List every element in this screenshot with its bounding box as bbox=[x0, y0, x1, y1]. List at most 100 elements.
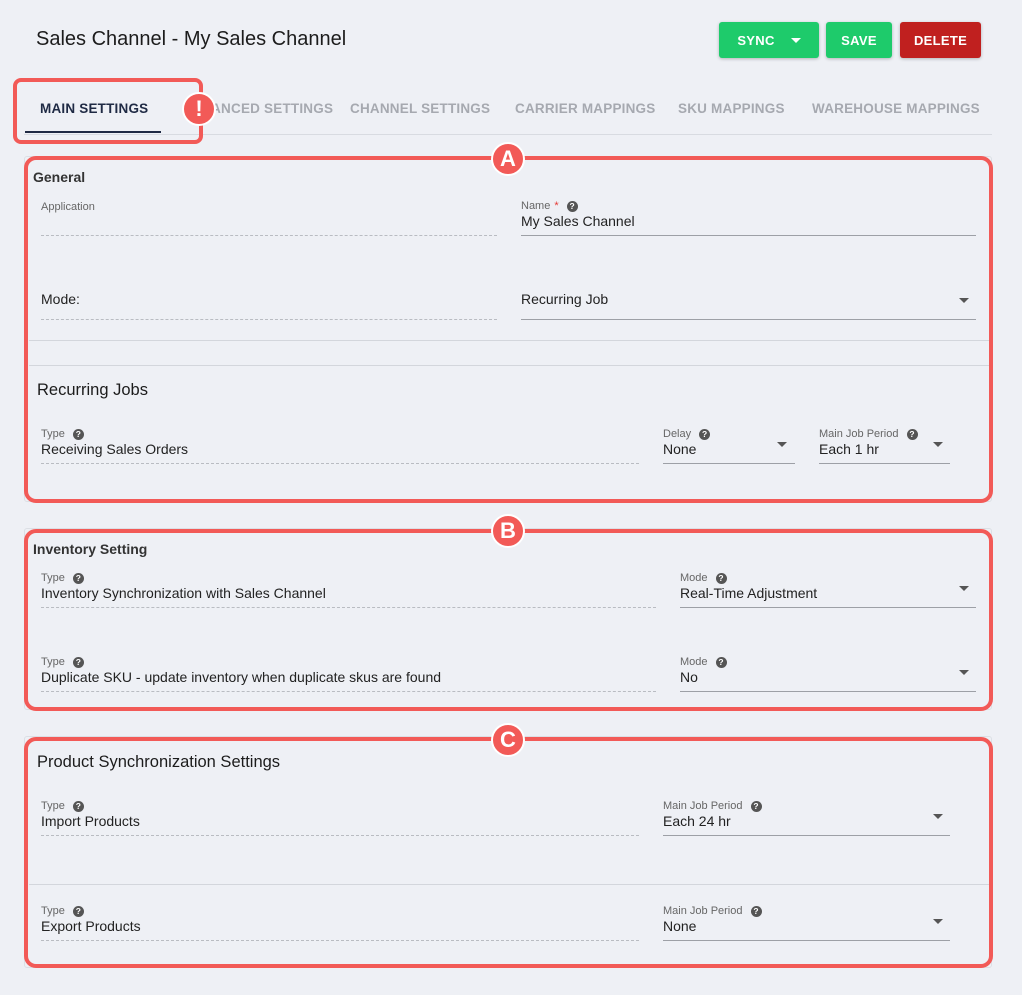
duplicate-type-label: Type ? bbox=[41, 656, 84, 668]
export-period-underline bbox=[663, 940, 950, 941]
mode-select-underline bbox=[521, 319, 976, 320]
general-card: General Application Name * ? My Sales Ch… bbox=[24, 156, 992, 502]
duplicate-mode-select[interactable]: No bbox=[680, 669, 698, 685]
application-label-text: Application bbox=[41, 201, 95, 213]
duplicate-type-underline bbox=[41, 691, 656, 692]
recurring-type-label: Type ? bbox=[41, 428, 84, 440]
divider bbox=[29, 340, 989, 341]
tab-warehouse-mappings[interactable]: WAREHOUSE MAPPINGS bbox=[812, 101, 980, 116]
delay-label-text: Delay bbox=[663, 428, 692, 440]
required-marker: * bbox=[554, 200, 559, 212]
products-card: Product Synchronization Settings Type ? … bbox=[24, 736, 992, 968]
application-underline bbox=[41, 235, 497, 236]
mode-label: Mode: bbox=[41, 291, 80, 307]
help-icon[interactable]: ? bbox=[566, 200, 578, 212]
export-period-label: Main Job Period ? bbox=[663, 905, 762, 917]
help-icon[interactable]: ? bbox=[72, 656, 84, 668]
tab-bar: MAIN SETTINGS ADVANCED SETTINGS CHANNEL … bbox=[24, 84, 992, 135]
save-button[interactable]: SAVE bbox=[826, 22, 892, 58]
delay-select[interactable]: None bbox=[663, 441, 696, 457]
chevron-down-icon[interactable] bbox=[777, 442, 787, 447]
import-period-underline bbox=[663, 835, 950, 836]
name-underline bbox=[521, 235, 976, 236]
chevron-down-icon[interactable] bbox=[959, 670, 969, 675]
mode-label-underline bbox=[41, 319, 497, 320]
export-period-select[interactable]: None bbox=[663, 918, 696, 934]
inventory-mode-label: Mode ? bbox=[680, 572, 727, 584]
export-type-label-text: Type bbox=[41, 905, 65, 917]
recurring-jobs-title: Recurring Jobs bbox=[37, 381, 148, 399]
help-icon[interactable]: ? bbox=[715, 656, 727, 668]
chevron-down-icon[interactable] bbox=[959, 298, 969, 303]
help-icon[interactable]: ? bbox=[715, 572, 727, 584]
inventory-title: Inventory Setting bbox=[33, 541, 148, 557]
tab-main-settings[interactable]: MAIN SETTINGS bbox=[40, 101, 148, 116]
tab-channel-settings[interactable]: CHANNEL SETTINGS bbox=[350, 101, 490, 116]
chevron-down-icon[interactable] bbox=[933, 442, 943, 447]
callout-a: A bbox=[491, 142, 525, 176]
application-label: Application bbox=[41, 201, 95, 213]
duplicate-type-value: Duplicate SKU - update inventory when du… bbox=[41, 669, 442, 685]
inventory-type-label: Type ? bbox=[41, 572, 84, 584]
active-tab-indicator bbox=[25, 131, 161, 133]
help-icon[interactable]: ? bbox=[906, 428, 918, 440]
import-type-label-text: Type bbox=[41, 800, 65, 812]
chevron-down-icon[interactable] bbox=[933, 919, 943, 924]
page-title: Sales Channel - My Sales Channel bbox=[36, 28, 347, 50]
alert-badge: ! bbox=[182, 92, 216, 126]
chevron-down-icon[interactable] bbox=[959, 586, 969, 591]
help-icon[interactable]: ? bbox=[72, 905, 84, 917]
help-icon[interactable]: ? bbox=[72, 572, 84, 584]
inventory-mode-select[interactable]: Real-Time Adjustment bbox=[680, 585, 817, 601]
inventory-type-label-text: Type bbox=[41, 572, 65, 584]
recurring-type-value: Receiving Sales Orders bbox=[41, 441, 189, 457]
inventory-mode-label-text: Mode bbox=[680, 572, 708, 584]
import-type-label: Type ? bbox=[41, 800, 84, 812]
mode-select[interactable]: Recurring Job bbox=[521, 291, 608, 307]
import-type-value: Import Products bbox=[41, 813, 140, 829]
caret-down-icon bbox=[790, 37, 801, 43]
callout-b: B bbox=[491, 514, 525, 548]
duplicate-mode-label-text: Mode bbox=[680, 656, 708, 668]
export-type-label: Type ? bbox=[41, 905, 84, 917]
tab-carrier-mappings[interactable]: CARRIER MAPPINGS bbox=[515, 101, 655, 116]
sync-button[interactable]: SYNC bbox=[719, 22, 819, 58]
tab-sku-mappings[interactable]: SKU MAPPINGS bbox=[678, 101, 785, 116]
divider bbox=[29, 884, 989, 885]
inventory-type-value: Inventory Synchronization with Sales Cha… bbox=[41, 585, 326, 601]
sync-label: SYNC bbox=[737, 32, 775, 48]
inventory-mode-underline bbox=[680, 607, 976, 608]
import-period-label: Main Job Period ? bbox=[663, 800, 762, 812]
help-icon[interactable]: ? bbox=[699, 428, 711, 440]
duplicate-mode-label: Mode ? bbox=[680, 656, 727, 668]
import-period-label-text: Main Job Period bbox=[663, 800, 743, 812]
period-select[interactable]: Each 1 hr bbox=[819, 441, 879, 457]
general-title: General bbox=[33, 169, 86, 185]
help-icon[interactable]: ? bbox=[72, 428, 84, 440]
inventory-card: Inventory Setting Type ? Inventory Synch… bbox=[24, 528, 992, 710]
products-title: Product Synchronization Settings bbox=[37, 753, 281, 771]
recurring-type-label-text: Type bbox=[41, 428, 65, 440]
duplicate-mode-underline bbox=[680, 691, 976, 692]
name-input[interactable]: My Sales Channel bbox=[521, 213, 635, 229]
period-label-text: Main Job Period bbox=[819, 428, 899, 440]
help-icon[interactable]: ? bbox=[72, 800, 84, 812]
delete-button[interactable]: DELETE bbox=[900, 22, 981, 58]
export-type-underline bbox=[41, 940, 639, 941]
help-icon[interactable]: ? bbox=[750, 905, 762, 917]
chevron-down-icon[interactable] bbox=[933, 814, 943, 819]
inventory-type-underline bbox=[41, 607, 656, 608]
help-icon[interactable]: ? bbox=[750, 800, 762, 812]
delay-underline bbox=[663, 463, 795, 464]
import-type-underline bbox=[41, 835, 639, 836]
export-period-label-text: Main Job Period bbox=[663, 905, 743, 917]
divider bbox=[29, 365, 989, 366]
callout-c: C bbox=[491, 723, 525, 757]
delay-label: Delay ? bbox=[663, 428, 711, 440]
period-underline bbox=[819, 463, 950, 464]
recurring-type-underline bbox=[41, 463, 639, 464]
name-label-text: Name bbox=[521, 200, 551, 212]
period-label: Main Job Period ? bbox=[819, 428, 918, 440]
name-label: Name * ? bbox=[521, 200, 578, 212]
import-period-select[interactable]: Each 24 hr bbox=[663, 813, 731, 829]
